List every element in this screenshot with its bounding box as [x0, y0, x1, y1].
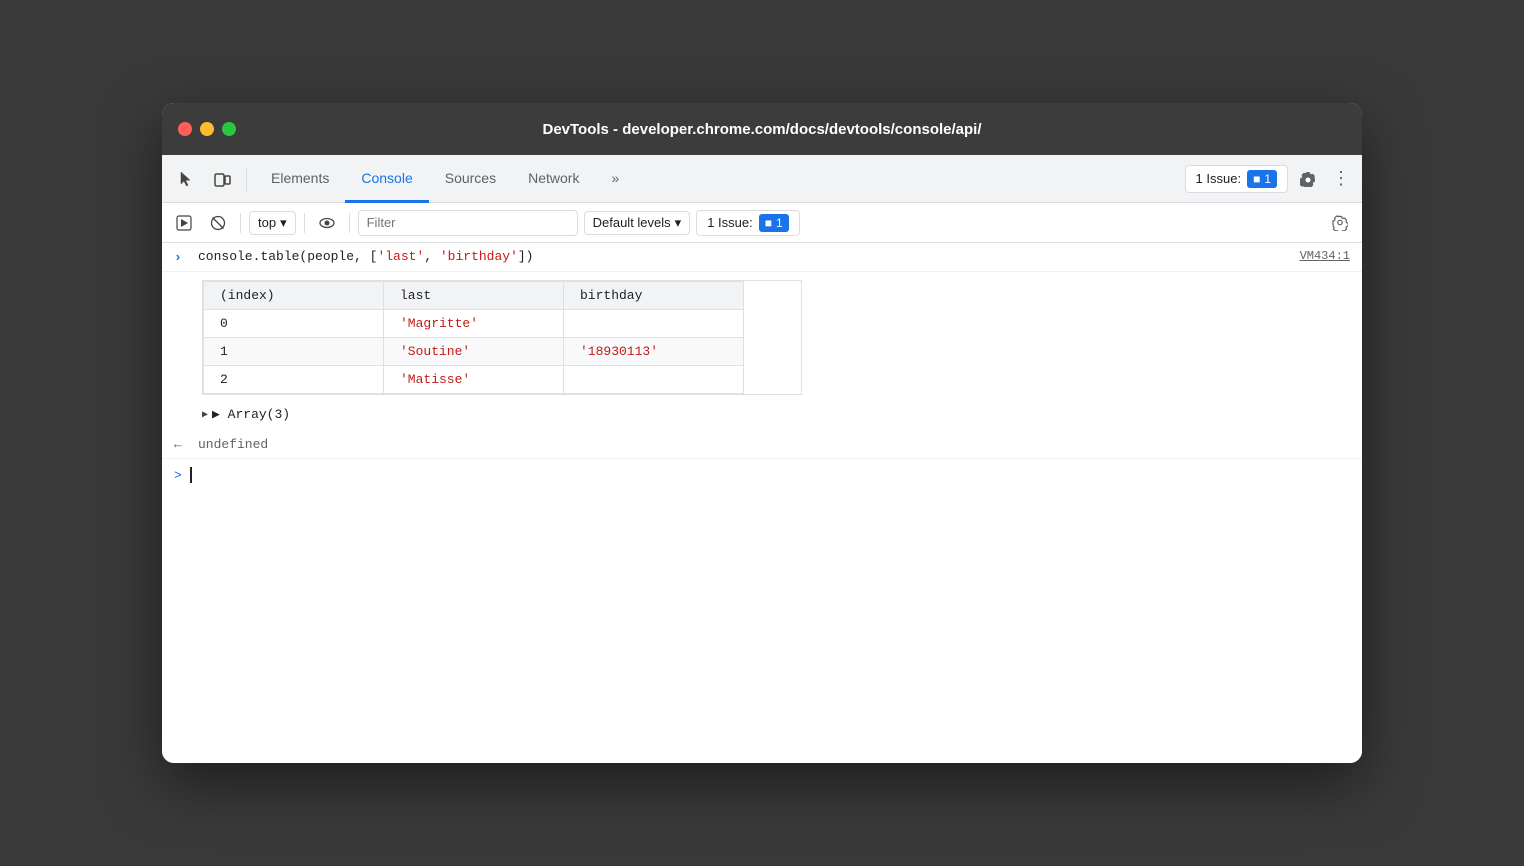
tab-elements[interactable]: Elements [255, 155, 345, 203]
settings-button[interactable] [1292, 163, 1324, 195]
cell-birthday-2 [564, 366, 744, 394]
cell-index-0: 0 [204, 310, 384, 338]
table-row: 1 'Soutine' '18930113' [204, 338, 744, 366]
eye-button[interactable] [313, 209, 341, 237]
context-label: top [258, 215, 276, 230]
levels-label: Default levels [593, 215, 671, 230]
console-settings-button[interactable] [1326, 209, 1354, 237]
issues-badge: ■ 1 [1247, 170, 1277, 188]
console-divider-3 [349, 213, 350, 233]
issue-count: 1 [1264, 172, 1271, 186]
cursor [190, 467, 192, 483]
console-prompt[interactable]: > [162, 459, 1362, 491]
devtools-window: DevTools - developer.chrome.com/docs/dev… [162, 103, 1362, 763]
log-levels-button[interactable]: Default levels ▾ [584, 211, 691, 235]
toolbar-divider-1 [246, 167, 247, 191]
cell-last-2: 'Matisse' [384, 366, 564, 394]
minimize-button[interactable] [200, 122, 214, 136]
maximize-button[interactable] [222, 122, 236, 136]
issues-button[interactable]: 1 Issue: ■ 1 [1185, 165, 1288, 193]
close-button[interactable] [178, 122, 192, 136]
console-issues-label: 1 Issue: [707, 215, 753, 230]
cell-index-2: 2 [204, 366, 384, 394]
toolbar-right: 1 Issue: ■ 1 ⋮ [1185, 163, 1354, 195]
tab-sources[interactable]: Sources [429, 155, 512, 203]
console-table: (index) last birthday 0 'Magritte' 1 [202, 280, 802, 395]
context-dropdown-arrow: ▾ [280, 215, 287, 231]
cell-last-0: 'Magritte' [384, 310, 564, 338]
console-toolbar: top ▾ Default levels ▾ 1 Issue: ■ 1 [162, 203, 1362, 243]
execute-context-button[interactable] [170, 209, 198, 237]
console-issue-count: 1 [776, 216, 783, 230]
prompt-indicator: > [174, 468, 182, 483]
console-issues-badge: ■ 1 [759, 214, 789, 232]
array-label: ▶ Array(3) [212, 407, 290, 422]
cell-birthday-0 [564, 310, 744, 338]
console-command-entry: › console.table(people, ['last', 'birthd… [162, 243, 1362, 272]
result-arrow: ← [174, 437, 190, 452]
string-last: 'last' [377, 249, 424, 264]
table-row: 2 'Matisse' [204, 366, 744, 394]
more-menu-button[interactable]: ⋮ [1328, 164, 1354, 193]
console-command-text: console.table(people, ['last', 'birthday… [198, 249, 533, 264]
result-value: undefined [198, 437, 268, 452]
titlebar: DevTools - developer.chrome.com/docs/dev… [162, 103, 1362, 155]
tab-network[interactable]: Network [512, 155, 595, 203]
col-header-birthday: birthday [564, 282, 744, 310]
console-output: › console.table(people, ['last', 'birthd… [162, 243, 1362, 763]
filter-input[interactable] [358, 210, 578, 236]
col-header-last: last [384, 282, 564, 310]
prompt-arrow: > [174, 468, 182, 483]
table-row: 0 'Magritte' [204, 310, 744, 338]
traffic-lights [178, 122, 236, 136]
tab-bar: Elements Console Sources Network » [255, 155, 1181, 202]
cell-birthday-1: '18930113' [564, 338, 744, 366]
data-table: (index) last birthday 0 'Magritte' 1 [203, 281, 744, 394]
issues-label: 1 Issue: [1196, 171, 1242, 186]
issue-icon: ■ [1253, 172, 1260, 186]
result-entry: ← undefined [162, 430, 1362, 459]
expand-arrow-icon: ▶ [202, 409, 208, 421]
console-issues-button[interactable]: 1 Issue: ■ 1 [696, 210, 799, 236]
console-divider-2 [304, 213, 305, 233]
window-title: DevTools - developer.chrome.com/docs/dev… [542, 121, 981, 138]
string-birthday: 'birthday' [440, 249, 518, 264]
cell-last-1: 'Soutine' [384, 338, 564, 366]
tab-console[interactable]: Console [345, 155, 428, 203]
device-toolbar-button[interactable] [206, 163, 238, 195]
levels-arrow-icon: ▾ [675, 215, 682, 231]
vm-link[interactable]: VM434:1 [1300, 249, 1350, 263]
main-toolbar: Elements Console Sources Network » 1 Iss… [162, 155, 1362, 203]
context-selector[interactable]: top ▾ [249, 211, 296, 235]
command-arrow: › [174, 250, 190, 265]
col-header-index: (index) [204, 282, 384, 310]
tab-more[interactable]: » [595, 155, 635, 203]
array-expand[interactable]: ▶ ▶ Array(3) [170, 403, 1362, 426]
cell-index-1: 1 [204, 338, 384, 366]
table-output-container: (index) last birthday 0 'Magritte' 1 [162, 272, 1362, 430]
console-issue-icon: ■ [765, 216, 772, 230]
console-divider-1 [240, 213, 241, 233]
inspector-cursor-button[interactable] [170, 163, 202, 195]
clear-console-button[interactable] [204, 209, 232, 237]
